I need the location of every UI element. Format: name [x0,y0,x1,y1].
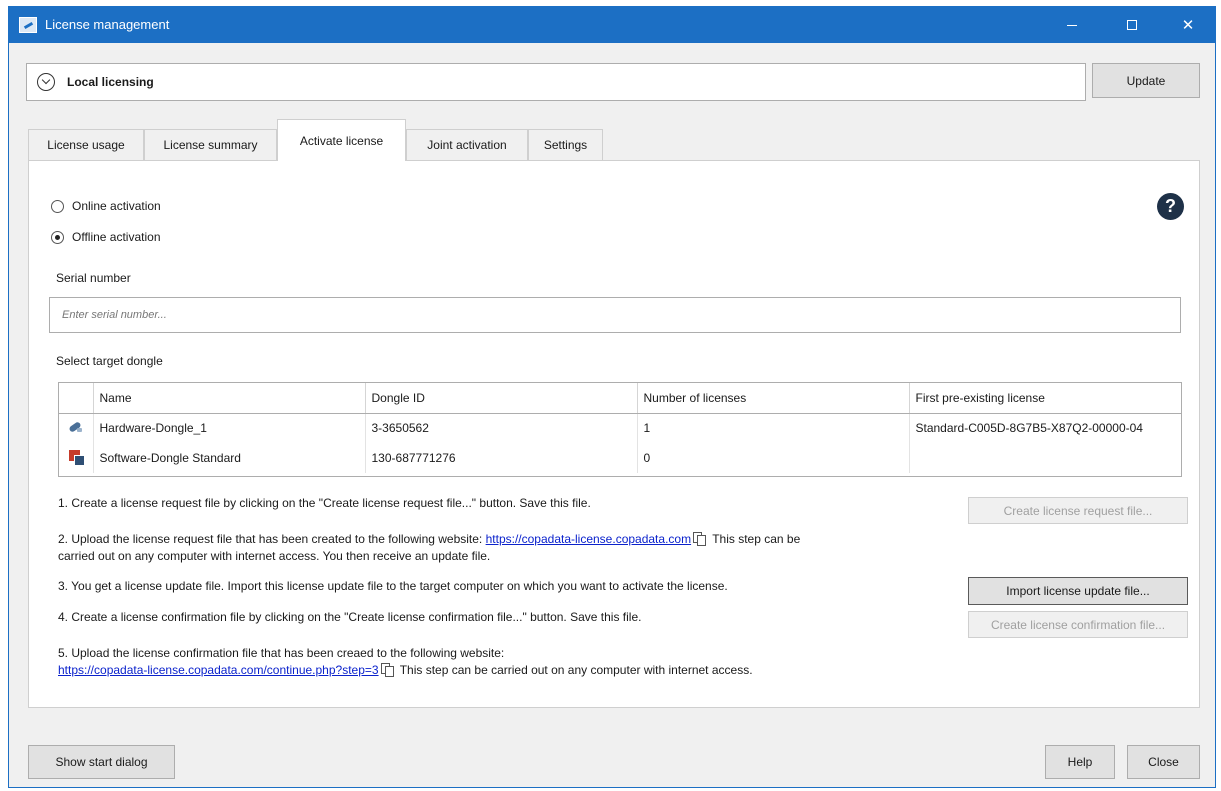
offline-activation-radio[interactable] [51,230,64,244]
step-2-intro: 2. Upload the license request file that … [58,532,483,546]
first-license-cell: Standard-C005D-8G7B5-X87Q2-00000-04 [909,413,1181,443]
step-2-text: 2. Upload the license request file that … [58,531,978,565]
continue-link[interactable]: https://copadata-license.copadata.com/co… [58,663,379,677]
table-row[interactable]: Hardware-Dongle_1 3-3650562 1 Standard-C… [59,413,1181,443]
row-icon-cell [59,413,94,443]
copy-icon[interactable] [693,532,707,546]
step-4-text: 4. Create a license confirmation file by… [58,610,642,624]
offline-activation-option[interactable]: Offline activation [51,230,161,244]
online-activation-label: Online activation [72,199,161,213]
maximize-icon [1127,20,1137,30]
help-icon[interactable]: ? [1157,193,1184,220]
online-activation-option[interactable]: Online activation [51,199,161,213]
activate-license-panel: Online activation Offline activation ? S… [28,160,1200,708]
tab-license-usage[interactable]: License usage [28,129,144,160]
local-licensing-section[interactable]: Local licensing [26,63,1086,101]
dongle-name-cell: Hardware-Dongle_1 [93,413,366,443]
license-count-cell: 0 [637,443,910,473]
step-5-intro: 5. Upload the license confirmation file … [58,646,505,660]
license-website-link[interactable]: https://copadata-license.copadata.com [486,532,691,546]
create-license-request-button[interactable]: Create license request file... [968,497,1188,524]
step-3-text: 3. You get a license update file. Import… [58,579,728,593]
tab-joint-activation[interactable]: Joint activation [406,129,528,160]
license-count-cell: 1 [637,413,910,443]
help-button[interactable]: Help [1045,745,1115,779]
tab-activate-license[interactable]: Activate license [277,119,406,161]
copy-icon[interactable] [380,663,394,677]
online-activation-radio[interactable] [51,199,64,213]
tab-settings[interactable]: Settings [528,129,603,160]
offline-activation-label: Offline activation [72,230,161,244]
serial-number-label: Serial number [56,271,131,285]
window-title: License management [45,17,170,32]
minimize-icon [1067,24,1077,26]
minimize-button[interactable] [1049,7,1095,43]
title-bar[interactable]: License management ✕ [9,7,1215,43]
serial-number-input[interactable] [49,297,1181,333]
close-window-button[interactable]: ✕ [1165,7,1211,43]
dongle-id-cell: 130-687771276 [365,443,638,473]
step-1-text: 1. Create a license request file by clic… [58,496,591,510]
show-start-dialog-button[interactable]: Show start dialog [28,745,175,779]
step-5-tail: This step can be carried out on any comp… [399,663,753,677]
license-management-window: License management ✕ Local licensing Upd… [8,6,1216,788]
create-license-confirmation-button[interactable]: Create license confirmation file... [968,611,1188,638]
step-2-line2: carried out on any computer with interne… [58,549,491,563]
maximize-button[interactable] [1109,7,1155,43]
section-title: Local licensing [67,75,154,89]
app-icon [19,17,37,33]
table-row[interactable]: Software-Dongle Standard 130-687771276 0 [59,443,1181,473]
software-dongle-icon [68,449,85,466]
step-5-text: 5. Upload the license confirmation file … [58,645,958,679]
close-icon: ✕ [1181,16,1195,34]
table-header-row: Name Dongle ID Number of licenses First … [59,383,1181,414]
chevron-down-icon[interactable] [37,73,55,91]
column-header-number-of-licenses[interactable]: Number of licenses [637,383,910,414]
dongle-name-cell: Software-Dongle Standard [93,443,366,473]
row-icon-cell [59,443,94,473]
column-header-first-license[interactable]: First pre-existing license [909,383,1181,414]
step-2-tail: This step can be [712,532,801,546]
column-header-dongle-id[interactable]: Dongle ID [365,383,638,414]
close-button[interactable]: Close [1127,745,1200,779]
column-header-name[interactable]: Name [93,383,366,414]
import-license-update-button[interactable]: Import license update file... [968,577,1188,605]
update-button[interactable]: Update [1092,63,1200,98]
column-header-icon [59,383,94,414]
tab-license-summary[interactable]: License summary [144,129,277,160]
select-target-dongle-label: Select target dongle [56,354,163,368]
dongle-table[interactable]: Name Dongle ID Number of licenses First … [58,382,1182,477]
first-license-cell [909,443,1181,473]
dongle-id-cell: 3-3650562 [365,413,638,443]
hardware-dongle-icon [68,420,84,434]
